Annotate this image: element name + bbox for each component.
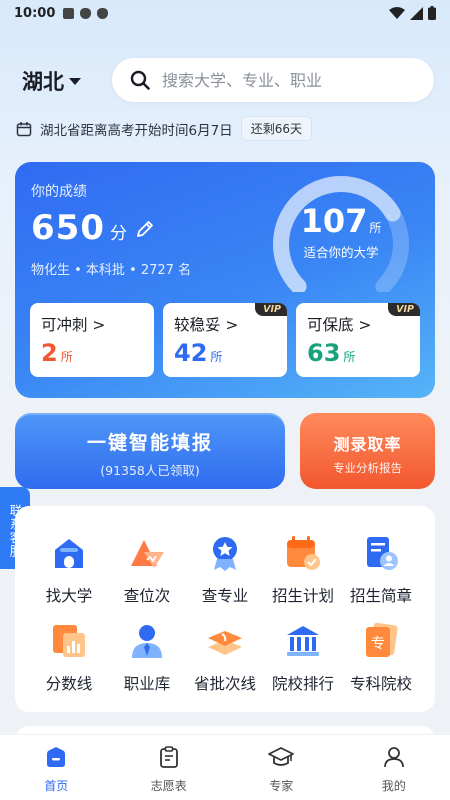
grid-item-score-line[interactable]: 分数线 bbox=[27, 622, 111, 702]
admission-rate-subtitle: 专业分析报告 bbox=[333, 461, 402, 475]
status-bar: 10:00 bbox=[0, 0, 450, 26]
province-label: 湖北 bbox=[22, 70, 64, 94]
signal-icon bbox=[410, 6, 423, 20]
score-label: 你的成绩 bbox=[31, 184, 87, 200]
caret-down-icon bbox=[69, 77, 81, 85]
calendar-plan-icon bbox=[287, 536, 320, 570]
wifi-icon bbox=[389, 7, 405, 19]
grid-item-label: 查专业 bbox=[201, 587, 249, 605]
nav-label: 首页 bbox=[44, 779, 69, 793]
score-value: 650 bbox=[31, 208, 105, 248]
ranking-icon bbox=[287, 626, 319, 656]
admission-rate-title: 测录取率 bbox=[333, 435, 402, 454]
grid-item-batch-line[interactable]: 省批次线 bbox=[183, 622, 267, 702]
nav-experts[interactable]: 专家 bbox=[225, 735, 338, 800]
search-bar[interactable] bbox=[112, 58, 434, 102]
countdown-remaining-badge: 还剩66天 bbox=[240, 116, 312, 141]
grid-item-label: 职业库 bbox=[123, 675, 171, 693]
province-selector[interactable]: 湖北 bbox=[22, 66, 81, 96]
batch-line-icon bbox=[208, 631, 242, 655]
nav-label: 志愿表 bbox=[150, 779, 187, 793]
smart-fill-subtitle: (91358人已领取) bbox=[100, 463, 200, 478]
status-time: 10:00 bbox=[14, 5, 56, 21]
countdown-text: 湖北省距离高考开始时间6月7日 bbox=[40, 122, 233, 139]
nav-home[interactable]: 首页 bbox=[0, 735, 113, 800]
vip-badge: VIP bbox=[255, 303, 287, 316]
smart-fill-title: 一键智能填报 bbox=[86, 432, 213, 454]
notification-icon-shield-2 bbox=[97, 7, 109, 19]
tier-title: 可保底 > bbox=[307, 316, 372, 334]
vocational-icon: 专 bbox=[366, 622, 398, 657]
grid-item-label: 专科院校 bbox=[349, 675, 412, 693]
grid-item-career-library[interactable]: 职业库 bbox=[105, 622, 189, 702]
grid-item-label: 查位次 bbox=[123, 587, 171, 605]
grid-item-label: 院校排行 bbox=[271, 675, 334, 693]
tier-card-safe[interactable]: 可保底 > 63 所 VIP bbox=[296, 303, 420, 377]
tier-count: 63 所 bbox=[307, 339, 356, 367]
clipboard-icon bbox=[159, 746, 178, 768]
notification-icon-a bbox=[63, 7, 75, 19]
tier-count: 2所 bbox=[41, 339, 73, 367]
smart-fill-button[interactable]: 一键智能填报 (91358人已领取) bbox=[15, 413, 285, 489]
score-meta: 物化生 • 本科批 • 2727 名 bbox=[31, 263, 192, 278]
grid-item-enrollment-plan[interactable]: 招生计划 bbox=[261, 534, 345, 614]
score-line-icon bbox=[53, 625, 85, 657]
edit-score-icon[interactable] bbox=[135, 219, 155, 239]
tier-title: 较稳妥 > bbox=[174, 316, 239, 334]
svg-text:专: 专 bbox=[371, 636, 385, 652]
score-card: 你的成绩 650 分 物化生 • 本科批 • 2727 名 107 所 适合你的大… bbox=[15, 162, 435, 398]
grid-item-label: 省批次线 bbox=[193, 675, 256, 693]
grid-item-check-rank[interactable]: 查位次 bbox=[105, 534, 189, 614]
score-unit: 分 bbox=[109, 224, 127, 244]
tier-title: 可冲刺 > bbox=[41, 316, 106, 334]
tier-card-reach[interactable]: 可冲刺 > 2所 bbox=[30, 303, 154, 377]
grid-item-vocational-college[interactable]: 专 专科院校 bbox=[339, 622, 423, 702]
battery-icon bbox=[428, 6, 436, 20]
admission-rate-button[interactable]: 测录取率 专业分析报告 bbox=[300, 413, 435, 489]
match-count-block[interactable]: 107 所 适合你的大学 bbox=[285, 202, 397, 261]
score-value-row: 650 分 bbox=[31, 208, 155, 248]
bottom-nav: 首页 志愿表 专家 我的 bbox=[0, 734, 450, 800]
home-icon bbox=[47, 747, 66, 767]
brochure-icon bbox=[367, 537, 398, 570]
profile-icon bbox=[383, 747, 404, 768]
rank-chart-icon bbox=[131, 540, 164, 568]
grid-item-label: 找大学 bbox=[45, 587, 93, 605]
nav-label: 专家 bbox=[269, 779, 294, 793]
notification-icon-shield bbox=[80, 7, 92, 19]
grid-item-check-major[interactable]: 查专业 bbox=[183, 534, 267, 614]
top-bar: 湖北 bbox=[0, 56, 450, 104]
major-badge-icon bbox=[213, 537, 237, 571]
calendar-icon bbox=[16, 121, 32, 136]
grid-item-enrollment-brochure[interactable]: 招生简章 bbox=[339, 534, 423, 614]
nav-application-form[interactable]: 志愿表 bbox=[113, 735, 226, 800]
career-icon bbox=[132, 625, 162, 658]
nav-profile[interactable]: 我的 bbox=[338, 735, 450, 800]
nav-label: 我的 bbox=[381, 779, 406, 793]
tier-count: 42 所 bbox=[174, 339, 223, 367]
match-count: 107 bbox=[300, 202, 368, 240]
search-icon bbox=[130, 70, 150, 90]
match-count-unit: 所 bbox=[369, 221, 382, 235]
grid-item-label: 招生计划 bbox=[271, 587, 334, 605]
university-icon bbox=[55, 539, 83, 568]
vip-badge: VIP bbox=[388, 303, 420, 316]
grid-item-label: 分数线 bbox=[45, 675, 93, 693]
grid-item-label: 招生简章 bbox=[349, 587, 412, 605]
search-input[interactable] bbox=[162, 70, 412, 90]
exam-countdown: 湖北省距离高考开始时间6月7日 还剩66天 bbox=[16, 116, 312, 141]
tier-card-stable[interactable]: 较稳妥 > 42 所 VIP bbox=[163, 303, 287, 377]
grid-item-university-ranking[interactable]: 院校排行 bbox=[261, 622, 345, 702]
grid-item-find-university[interactable]: 找大学 bbox=[27, 534, 111, 614]
graduation-cap-icon bbox=[268, 747, 295, 766]
feature-grid: 找大学 查位次 查专业 招生计划 招生简章 分数线 职业库 省批次线 院校排行 … bbox=[15, 506, 435, 712]
match-caption: 适合你的大学 bbox=[303, 245, 379, 260]
